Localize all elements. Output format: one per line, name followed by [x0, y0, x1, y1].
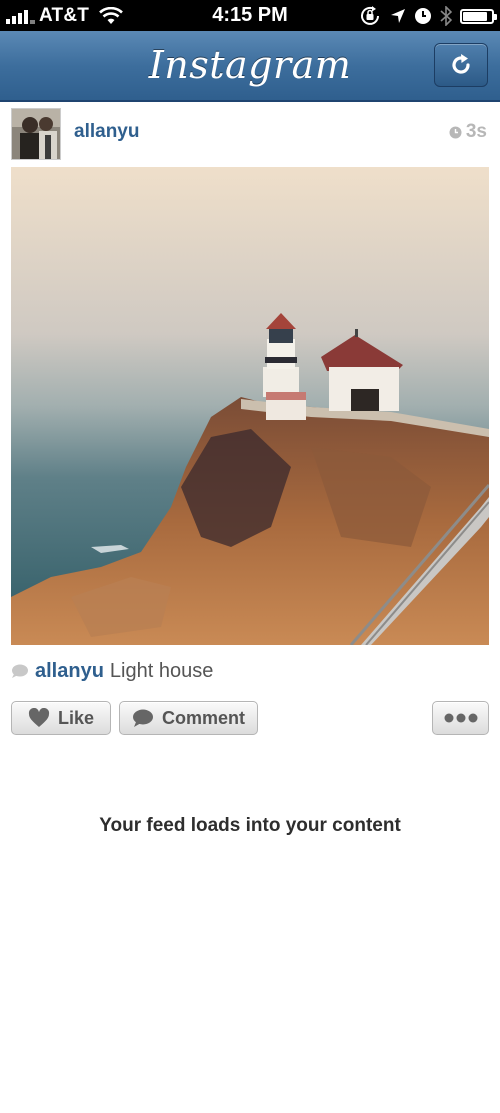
avatar-image	[12, 109, 60, 159]
heart-icon	[28, 708, 50, 727]
nav-bar: Instagram	[0, 31, 500, 102]
more-icon	[444, 713, 477, 723]
status-right	[358, 4, 497, 28]
clock-icon	[449, 126, 462, 138]
post-username[interactable]: allanyu	[74, 121, 139, 143]
time-ago-label: 3s	[465, 121, 487, 142]
battery-icon	[460, 8, 497, 24]
refresh-button[interactable]	[434, 43, 488, 87]
location-icon	[391, 9, 405, 23]
bluetooth-icon	[440, 6, 452, 26]
comment-label: Comment	[161, 707, 245, 728]
post-timestamp: 3s	[449, 121, 487, 143]
caption-username[interactable]: allanyu	[35, 660, 104, 683]
more-options-button[interactable]	[432, 701, 489, 735]
like-button[interactable]: Like	[11, 701, 111, 735]
like-label: Like	[57, 707, 95, 728]
battery-level	[463, 11, 487, 21]
lighthouse-photo	[11, 167, 489, 645]
avatar[interactable]	[11, 108, 61, 160]
rotation-lock-icon	[361, 6, 379, 25]
post-caption: allanyu Light house	[11, 658, 213, 684]
comment-button[interactable]: Comment	[119, 701, 258, 735]
alarm-clock-icon	[415, 8, 431, 24]
instagram-logo: Instagram	[148, 43, 352, 87]
post-photo[interactable]	[11, 167, 489, 645]
comment-bubble-icon	[12, 664, 28, 678]
caption-text: Light house	[109, 659, 214, 682]
post-header: allanyu 3s	[0, 102, 500, 166]
refresh-icon	[452, 54, 470, 74]
feed-message: Your feed loads into your content	[99, 815, 401, 836]
status-bar: AT&T 4:15 PM	[0, 0, 500, 31]
comment-icon	[132, 709, 153, 727]
